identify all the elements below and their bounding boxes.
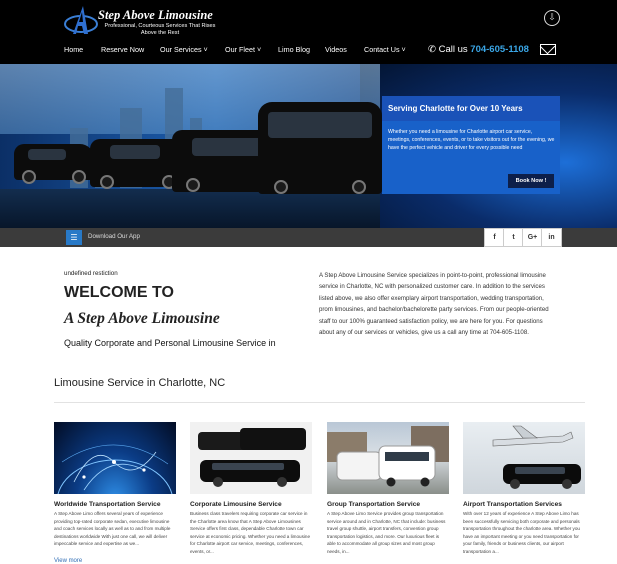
card-description: A Step Above Limo offers several years o…: [54, 511, 171, 547]
nav-item-contact-us[interactable]: Contact Us ˅: [364, 45, 406, 54]
logo-name: Step Above Limousine: [98, 8, 213, 22]
nav-item-our-services[interactable]: Our Services ˅: [160, 45, 208, 54]
google-plus-icon[interactable]: G+: [522, 228, 543, 247]
linkedin-icon[interactable]: in: [541, 228, 562, 247]
card-title[interactable]: Group Transportation Service: [327, 501, 420, 508]
view-more-link[interactable]: View more: [54, 558, 82, 564]
card-title[interactable]: Airport Transportation Services: [463, 501, 562, 508]
quality-subheading: Quality Corporate and Personal Limousine…: [64, 338, 276, 348]
site-logo[interactable]: Step Above Limousine Professional, Court…: [64, 4, 216, 38]
services-section-title: Limousine Service in Charlotte, NC: [54, 377, 226, 389]
menu-icon[interactable]: ☰: [66, 230, 82, 245]
nav-item-our-fleet[interactable]: Our Fleet ˅: [225, 45, 261, 54]
twitter-icon[interactable]: t: [503, 228, 524, 247]
logo-a-icon: [64, 6, 98, 34]
card-title[interactable]: Corporate Limousine Service: [190, 501, 282, 508]
download-app-link[interactable]: Download Our App: [88, 233, 140, 240]
phone-contact[interactable]: ✆ Call us 704-605-1108: [428, 44, 529, 55]
promo-body: Whether you need a limousine for Charlot…: [388, 129, 555, 151]
limo-image-4: [258, 102, 382, 194]
promo-box: Serving Charlotte for Over 10 Years Whet…: [382, 96, 560, 194]
corporate-fleet-image[interactable]: [190, 422, 312, 494]
card-description: Business class travelers requiring corpo…: [190, 511, 311, 554]
card-description: With over 12 years of experience A Step …: [463, 511, 580, 554]
facebook-icon[interactable]: f: [484, 228, 505, 247]
undefined-restriction-text: undefined restiction: [64, 270, 118, 277]
brand-heading: A Step Above Limousine: [64, 310, 220, 327]
phone-label: Call us: [438, 44, 468, 55]
globe-network-image[interactable]: [54, 422, 176, 494]
nav-item-videos[interactable]: Videos: [325, 45, 347, 54]
mail-icon[interactable]: [540, 44, 556, 55]
group-vans-image[interactable]: [327, 422, 449, 494]
book-now-button[interactable]: Book Now !: [508, 174, 554, 188]
card-description: A Step Above Limo Service provides group…: [327, 511, 446, 554]
card-title[interactable]: Worldwide Transportation Service: [54, 501, 161, 508]
nav-item-reserve-now[interactable]: Reserve Now: [101, 45, 144, 54]
limo-image-1: [14, 144, 94, 184]
phone-icon: ✆: [428, 44, 436, 55]
nav-item-limo-blog[interactable]: Limo Blog: [278, 45, 310, 54]
download-icon[interactable]: ⇩: [544, 10, 560, 26]
logo-tagline: Professional, Courteous Services That Ri…: [104, 23, 216, 36]
phone-number: 704-605-1108: [470, 44, 529, 55]
welcome-heading: WELCOME TO: [64, 284, 174, 301]
header-bar: Step Above Limousine Professional, Court…: [0, 0, 617, 64]
nav-item-home[interactable]: Home: [64, 45, 83, 54]
promo-title: Serving Charlotte for Over 10 Years: [382, 96, 560, 121]
airport-limo-image[interactable]: [463, 422, 585, 494]
intro-paragraph: A Step Above Limousine Service specializ…: [319, 272, 549, 337]
divider: [54, 402, 585, 403]
